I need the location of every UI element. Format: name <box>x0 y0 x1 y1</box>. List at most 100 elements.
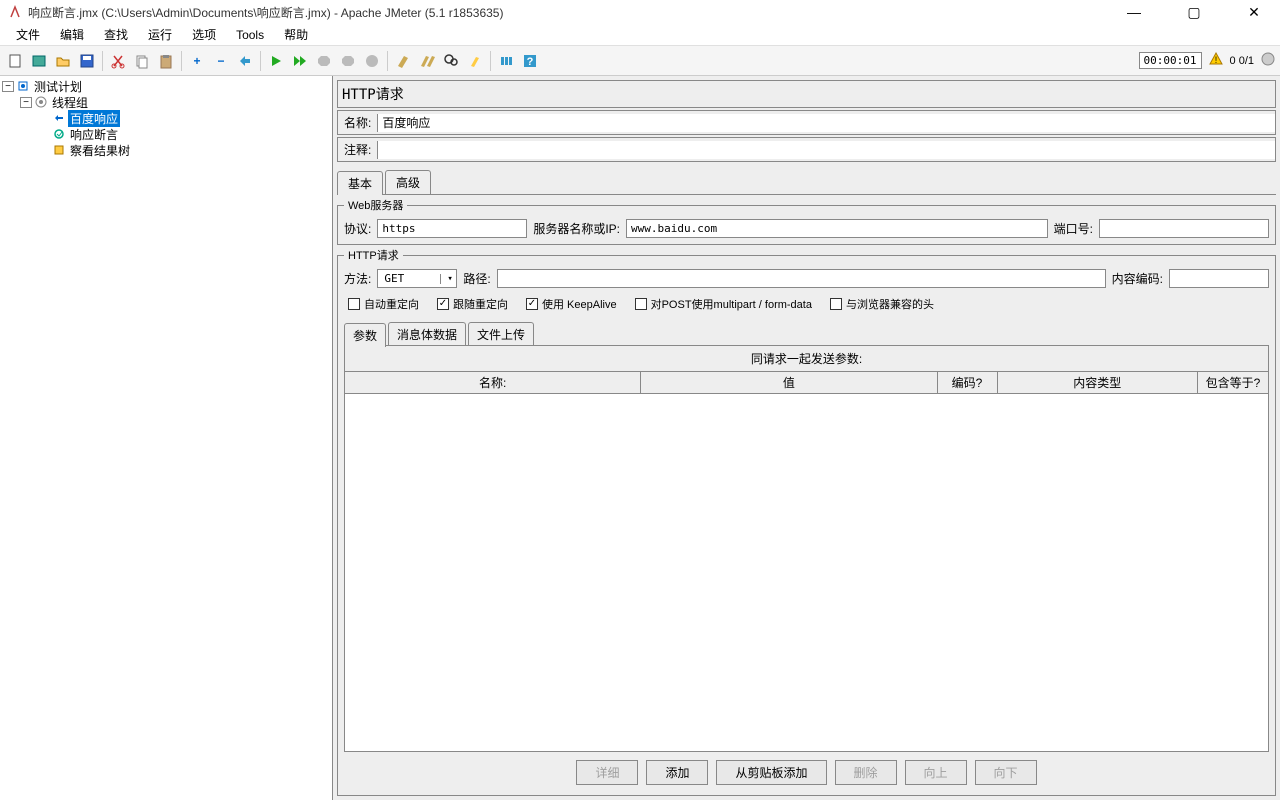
add-button[interactable]: 添加 <box>646 760 708 785</box>
new-icon[interactable] <box>4 50 26 72</box>
copy-icon[interactable] <box>131 50 153 72</box>
comment-label: 注释: <box>338 138 377 161</box>
cut-icon[interactable] <box>107 50 129 72</box>
protocol-label: 协议: <box>344 220 371 237</box>
menu-help[interactable]: 帮助 <box>274 24 318 45</box>
content-panel: HTTP请求 名称: 注释: 基本 高级 Web服务器 协议: 服务器名称或IP… <box>333 76 1280 800</box>
tab-basic[interactable]: 基本 <box>337 171 383 195</box>
protocol-input[interactable] <box>377 219 527 238</box>
name-label: 名称: <box>338 111 377 134</box>
stop-icon[interactable] <box>313 50 335 72</box>
menu-edit[interactable]: 编辑 <box>50 24 94 45</box>
encoding-label: 内容编码: <box>1112 270 1163 287</box>
col-content-type: 内容类型 <box>998 372 1199 393</box>
tree-toggle[interactable]: − <box>2 81 14 92</box>
path-label: 路径: <box>463 270 490 287</box>
tree-view-results[interactable]: 察看结果树 <box>68 142 132 159</box>
name-input[interactable] <box>377 114 1275 132</box>
tree-toggle[interactable]: − <box>20 97 32 108</box>
menu-run[interactable]: 运行 <box>138 24 182 45</box>
titlebar: 响应断言.jmx (C:\Users\Admin\Documents\响应断言.… <box>0 0 1280 24</box>
toggle-icon[interactable] <box>234 50 256 72</box>
stop-remote-icon[interactable] <box>361 50 383 72</box>
timer-display: 00:00:01 <box>1139 52 1202 69</box>
maximize-button[interactable]: ▢ <box>1176 4 1212 21</box>
keepalive-checkbox[interactable]: ✓使用 KeepAlive <box>526 296 617 312</box>
expand-icon[interactable]: + <box>186 50 208 72</box>
http-request-icon <box>52 111 66 125</box>
tree-panel: − 测试计划 − 线程组 百度响应 响应断言 察看结果树 <box>0 76 333 800</box>
shutdown-icon[interactable] <box>337 50 359 72</box>
subtab-body[interactable]: 消息体数据 <box>388 322 466 346</box>
params-table[interactable]: 名称: 值 编码? 内容类型 包含等于? <box>345 371 1268 751</box>
col-value: 值 <box>641 372 937 393</box>
col-encode: 编码? <box>938 372 998 393</box>
from-clipboard-button[interactable]: 从剪贴板添加 <box>716 760 826 785</box>
method-label: 方法: <box>344 270 371 287</box>
menu-search[interactable]: 查找 <box>94 24 138 45</box>
status-icon <box>1260 51 1276 70</box>
svg-text:?: ? <box>527 56 534 68</box>
panel-title: HTTP请求 <box>337 80 1276 108</box>
search-icon[interactable] <box>440 50 462 72</box>
http-request-legend: HTTP请求 <box>344 247 403 263</box>
up-button[interactable]: 向上 <box>905 760 967 785</box>
minimize-button[interactable]: ― <box>1116 4 1152 21</box>
down-button[interactable]: 向下 <box>975 760 1037 785</box>
run-icon[interactable] <box>265 50 287 72</box>
tree-threadgroup[interactable]: 线程组 <box>50 94 90 111</box>
thread-counter: 0 0/1 <box>1230 55 1254 67</box>
save-icon[interactable] <box>76 50 98 72</box>
tree-http-request[interactable]: 百度响应 <box>68 110 120 127</box>
function-helper-icon[interactable] <box>495 50 517 72</box>
svg-text:!: ! <box>1214 55 1217 65</box>
multipart-checkbox[interactable]: 对POST使用multipart / form-data <box>635 296 812 312</box>
collapse-icon[interactable]: − <box>210 50 232 72</box>
threadgroup-icon <box>34 95 48 109</box>
subtab-upload[interactable]: 文件上传 <box>468 322 534 346</box>
help-icon[interactable]: ? <box>519 50 541 72</box>
web-server-legend: Web服务器 <box>344 197 407 213</box>
menubar: 文件 编辑 查找 运行 选项 Tools 帮助 <box>0 24 1280 46</box>
server-input[interactable] <box>626 219 1048 238</box>
col-name: 名称: <box>345 372 641 393</box>
clear-icon[interactable] <box>392 50 414 72</box>
auto-redirect-checkbox[interactable]: 自动重定向 <box>348 296 419 312</box>
toolbar: + − ? 00:00:01 ! 0 0/1 <box>0 46 1280 76</box>
web-server-fieldset: Web服务器 协议: 服务器名称或IP: 端口号: <box>337 197 1276 245</box>
run-no-pause-icon[interactable] <box>289 50 311 72</box>
reset-search-icon[interactable] <box>464 50 486 72</box>
templates-icon[interactable] <box>28 50 50 72</box>
chevron-down-icon: ▾ <box>440 274 456 284</box>
params-title: 同请求一起发送参数: <box>345 346 1268 371</box>
warning-icon: ! <box>1208 51 1224 70</box>
comment-input[interactable] <box>377 141 1275 159</box>
menu-options[interactable]: 选项 <box>182 24 226 45</box>
detail-button[interactable]: 详细 <box>576 760 638 785</box>
col-include: 包含等于? <box>1198 372 1268 393</box>
testplan-icon <box>16 79 30 93</box>
follow-redirect-checkbox[interactable]: ✓跟随重定向 <box>437 296 508 312</box>
http-request-fieldset: HTTP请求 方法: GET ▾ 路径: 内容编码: 自动重定向 ✓跟随重定向 … <box>337 247 1276 796</box>
clear-all-icon[interactable] <box>416 50 438 72</box>
close-button[interactable]: ✕ <box>1236 4 1272 21</box>
assertion-icon <box>52 127 66 141</box>
window-title: 响应断言.jmx (C:\Users\Admin\Documents\响应断言.… <box>28 4 1116 21</box>
tab-advanced[interactable]: 高级 <box>385 170 431 194</box>
app-icon <box>8 5 22 19</box>
method-combo[interactable]: GET ▾ <box>377 269 457 288</box>
port-input[interactable] <box>1099 219 1269 238</box>
menu-tools[interactable]: Tools <box>226 26 274 44</box>
paste-icon[interactable] <box>155 50 177 72</box>
encoding-input[interactable] <box>1169 269 1269 288</box>
menu-file[interactable]: 文件 <box>6 24 50 45</box>
open-icon[interactable] <box>52 50 74 72</box>
tree-testplan[interactable]: 测试计划 <box>32 78 84 95</box>
delete-button[interactable]: 删除 <box>835 760 897 785</box>
server-label: 服务器名称或IP: <box>533 220 620 237</box>
path-input[interactable] <box>497 269 1106 288</box>
method-value: GET <box>378 272 440 285</box>
tree-assertion[interactable]: 响应断言 <box>68 126 120 143</box>
subtab-params[interactable]: 参数 <box>344 323 386 347</box>
browser-compat-checkbox[interactable]: 与浏览器兼容的头 <box>830 296 934 312</box>
